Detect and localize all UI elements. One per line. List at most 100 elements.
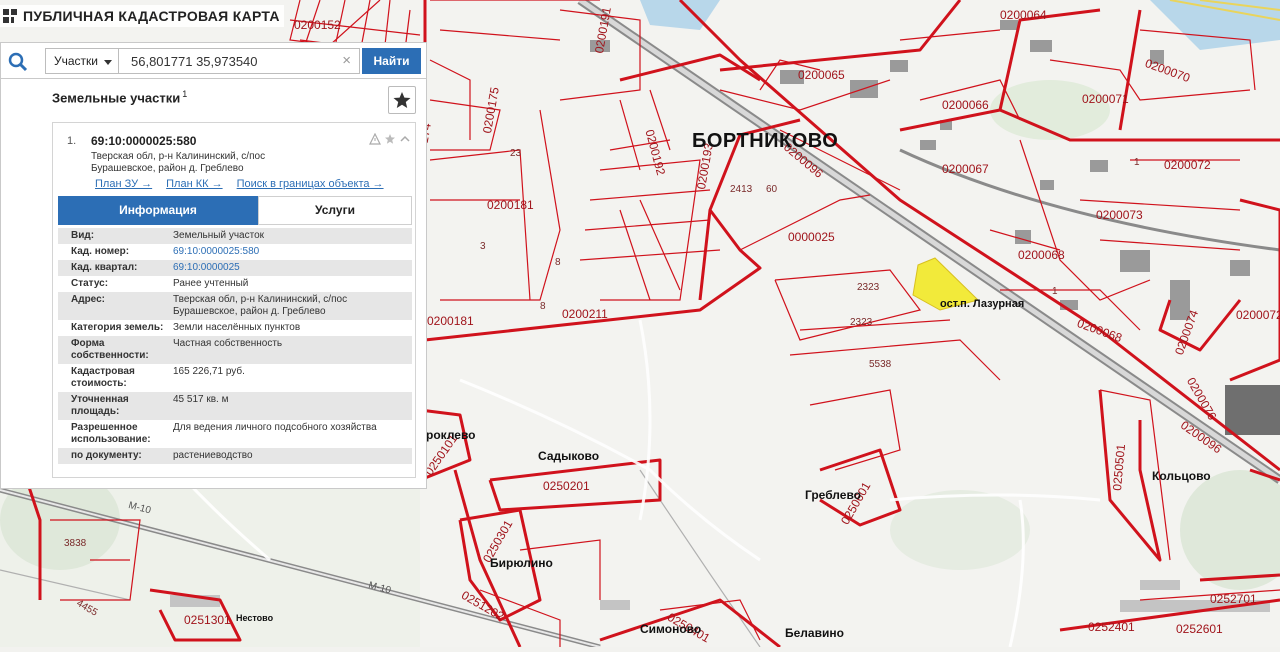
chevron-down-icon xyxy=(104,60,112,65)
parcel-label: 3 xyxy=(480,241,486,252)
property-value: Для ведения личного подсобного хозяйства xyxy=(173,422,377,433)
property-row: Форма собственности: Частная собственност… xyxy=(58,336,412,364)
settlement-label: Бирюлино xyxy=(490,556,553,570)
find-button[interactable]: Найти xyxy=(362,48,421,74)
search-in-bounds-link[interactable]: Поиск в границах объекта → xyxy=(237,178,384,190)
parcel-label: 23 xyxy=(510,148,522,159)
property-table: Вид: Земельный участок Кад. номер: 69:10:0… xyxy=(58,228,412,464)
result-cadastral-number[interactable]: 69:10:0000025:580 xyxy=(91,134,196,148)
plan-kk-link[interactable]: План КК → xyxy=(166,178,222,190)
quarter-label: 0251301 xyxy=(184,613,231,627)
result-actions xyxy=(369,133,411,145)
property-value: 165 226,71 руб. xyxy=(173,366,245,377)
quarter-label: 0200065 xyxy=(798,68,845,82)
search-type-select[interactable]: Участки xyxy=(45,48,119,74)
quarter-label: 0200064 xyxy=(1000,8,1047,22)
property-row: Вид: Земельный участок xyxy=(58,228,412,244)
quarter-label: 0200066 xyxy=(942,98,989,112)
cadastre-logo-icon xyxy=(3,9,17,23)
star-icon[interactable] xyxy=(384,133,396,145)
cadastral-number-link[interactable]: 69:10:0000025:580 xyxy=(173,244,412,260)
parcel-label: 2323 xyxy=(850,317,873,328)
settlement-label: Белавино xyxy=(785,626,844,640)
quarter-label: 0250201 xyxy=(543,479,590,493)
property-row: Кад. квартал: 69:10:0000025 xyxy=(58,260,412,276)
search-icon[interactable] xyxy=(7,51,29,73)
property-key: Вид: xyxy=(71,230,95,241)
property-key: Кадастровая стоимость: xyxy=(71,366,135,389)
plan-zu-link[interactable]: План ЗУ → xyxy=(95,178,152,190)
parcel-label: 5538 xyxy=(869,359,892,370)
property-key: по документу: xyxy=(71,450,142,461)
results-title: Земельные участки 1 xyxy=(52,89,187,105)
quarter-label: 0000025 xyxy=(788,230,835,244)
search-type-value: Участки xyxy=(54,54,98,68)
quarter-label: 0200181 xyxy=(427,314,474,328)
property-row: Статус: Ранее учтенный xyxy=(58,276,412,292)
result-tabs: Информация Услуги xyxy=(58,196,412,225)
settlement-label: Кольцово xyxy=(1152,469,1211,483)
station-label: ост.п. Лазурная xyxy=(940,298,1025,310)
quarter-label: 0200072 xyxy=(1164,158,1211,172)
property-key: Уточненная площадь: xyxy=(71,394,129,417)
property-row: Уточненная площадь: 45 517 кв. м xyxy=(58,392,412,420)
results-panel: Земельные участки 1 1. 69:10:0000025:580 … xyxy=(0,79,427,489)
chevron-up-icon[interactable] xyxy=(399,133,411,145)
property-key: Категория земель: xyxy=(71,322,164,333)
parcel-label: 8 xyxy=(555,257,561,268)
settlement-label: Нестово xyxy=(236,613,274,623)
property-row: Разрешенное использование: Для ведения ли… xyxy=(58,420,412,448)
tab-information[interactable]: Информация xyxy=(58,196,258,225)
settlement-label: роклево xyxy=(426,428,476,442)
property-row: Кадастровая стоимость: 165 226,71 руб. xyxy=(58,364,412,392)
property-key: Адрес: xyxy=(71,294,105,305)
property-key: Кад. квартал: xyxy=(71,262,138,273)
property-value: Земельный участок xyxy=(173,230,265,241)
settlement-label: Симоново xyxy=(640,622,702,636)
search-input[interactable]: 56,801771 35,973540 × xyxy=(119,48,360,74)
property-value: растениеводство xyxy=(173,450,253,461)
result-links: План ЗУ → План КК → Поиск в границах объ… xyxy=(95,178,384,190)
quarter-label: 0200181 xyxy=(487,198,534,212)
warning-icon[interactable] xyxy=(369,133,381,145)
quarter-label: 0200211 xyxy=(562,307,608,321)
property-row: Кад. номер: 69:10:0000025:580 xyxy=(58,244,412,260)
tab-services[interactable]: Услуги xyxy=(258,196,412,225)
property-value: Тверская обл, р-н Калининский, с/пос Бур… xyxy=(173,294,348,317)
results-title-text: Земельные участки xyxy=(52,90,181,106)
quarter-label: 0252701 xyxy=(1210,592,1257,606)
quarter-label: 0252601 xyxy=(1176,622,1223,636)
settlement-label-bortnikovo: БОРТНИКОВО xyxy=(692,130,839,152)
property-key: Статус: xyxy=(71,278,109,289)
result-card[interactable]: 1. 69:10:0000025:580 Тверская обл, р-н К… xyxy=(52,122,416,478)
app-header: ПУБЛИЧНАЯ КАДАСТРОВАЯ КАРТА xyxy=(0,5,284,27)
quarter-label: 0200068 xyxy=(1018,248,1065,262)
parcel-label: 3838 xyxy=(64,538,87,549)
parcel-label: 1 xyxy=(1134,157,1140,168)
settlement-label: Садыково xyxy=(538,449,600,463)
settlement-label: Греблево xyxy=(805,488,861,502)
property-value: 45 517 кв. м xyxy=(173,394,229,405)
result-index: 1. xyxy=(67,135,77,147)
parcel-label: 2413 xyxy=(730,184,753,195)
app-title: ПУБЛИЧНАЯ КАДАСТРОВАЯ КАРТА xyxy=(23,8,280,24)
property-key: Разрешенное использование: xyxy=(71,422,151,445)
quarter-label: 0200073 xyxy=(1096,208,1143,222)
property-key: Кад. номер: xyxy=(71,246,130,257)
parcel-label: 2323 xyxy=(857,282,880,293)
property-row: по документу: растениеводство xyxy=(58,448,412,464)
favorites-button[interactable] xyxy=(388,86,416,114)
quarter-label: 0200072 xyxy=(1236,308,1280,322)
property-value: Земли населённых пунктов xyxy=(173,322,301,333)
parcel-label: 8 xyxy=(540,301,546,312)
property-row: Адрес: Тверская обл, р-н Калининский, с/п… xyxy=(58,292,412,320)
cadastral-quarter-link[interactable]: 69:10:0000025 xyxy=(173,260,412,276)
quarter-label: 0252401 xyxy=(1088,620,1135,634)
star-icon xyxy=(393,92,411,108)
clear-icon[interactable]: × xyxy=(342,52,351,69)
quarter-label: 0200152 xyxy=(294,18,341,32)
search-input-value: 56,801771 35,973540 xyxy=(131,54,258,69)
parcel-label: 60 xyxy=(766,184,778,195)
property-value: Ранее учтенный xyxy=(173,278,249,289)
quarter-label: 0200067 xyxy=(942,162,989,176)
